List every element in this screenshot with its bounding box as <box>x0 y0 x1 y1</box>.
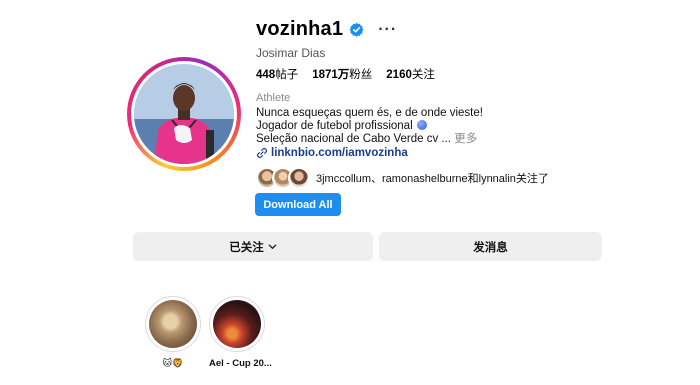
verified-badge-icon <box>349 22 364 37</box>
mutual-follower-avatars <box>256 167 310 189</box>
bio-more-link[interactable]: 更多 <box>454 133 477 145</box>
full-name: Josimar Dias <box>256 46 326 60</box>
following-button[interactable]: 已关注 <box>133 232 373 261</box>
highlight-cover <box>149 300 197 348</box>
link-icon <box>256 147 268 159</box>
profile-link[interactable]: linknbio.com/iamvozinha <box>256 147 408 159</box>
highlight-label: 🐱🦁 <box>162 358 184 368</box>
highlight-ring <box>145 296 201 352</box>
avatar-photo <box>134 64 234 164</box>
bio-line-3: Seleção nacional de Cabo Verde cv ... 更多 <box>256 133 478 145</box>
profile-stats: 448帖子 1871万粉丝 2160关注 <box>256 66 435 82</box>
followers-count[interactable]: 1871万粉丝 <box>312 66 372 82</box>
followed-by-text: 3jmccollum、ramonashelburne和lynnalin关注了 <box>316 173 549 185</box>
message-label: 发消息 <box>473 241 508 254</box>
download-all-button[interactable]: Download All <box>255 193 341 216</box>
following-label: 已关注 <box>229 241 264 254</box>
chevron-down-icon <box>268 244 277 249</box>
story-highlight[interactable]: Ael - Cup 20... <box>209 296 272 369</box>
username: vozinha1 <box>256 18 344 40</box>
profile-avatar[interactable] <box>127 57 241 171</box>
more-options-button[interactable]: ··· <box>378 21 397 37</box>
username-row: vozinha1 ··· <box>256 18 397 41</box>
highlight-ring <box>209 296 265 352</box>
following-count[interactable]: 2160关注 <box>386 66 435 82</box>
highlight-cover <box>213 300 261 348</box>
avatar-illustration <box>134 64 234 164</box>
message-button[interactable]: 发消息 <box>379 232 602 261</box>
bio-line-1: Nunca esqueças quem és, e de onde vieste… <box>256 107 483 119</box>
followed-by-row[interactable]: 3jmccollum、ramonashelburne和lynnalin关注了 <box>256 167 549 189</box>
profile-category: Athlete <box>256 92 291 104</box>
profile-link-text: linknbio.com/iamvozinha <box>271 147 408 159</box>
story-highlight[interactable]: 🐱🦁 <box>145 296 201 369</box>
posts-count: 448帖子 <box>256 69 299 81</box>
mutual-avatar <box>288 167 310 189</box>
bio-line-2: Jogador de futebol profissional <box>256 120 483 133</box>
highlight-label: Ael - Cup 20... <box>209 358 272 369</box>
profile-bio: Nunca esqueças quem és, e de onde vieste… <box>256 107 483 146</box>
soccer-ball-icon <box>416 120 427 130</box>
avatar-border <box>131 61 237 167</box>
